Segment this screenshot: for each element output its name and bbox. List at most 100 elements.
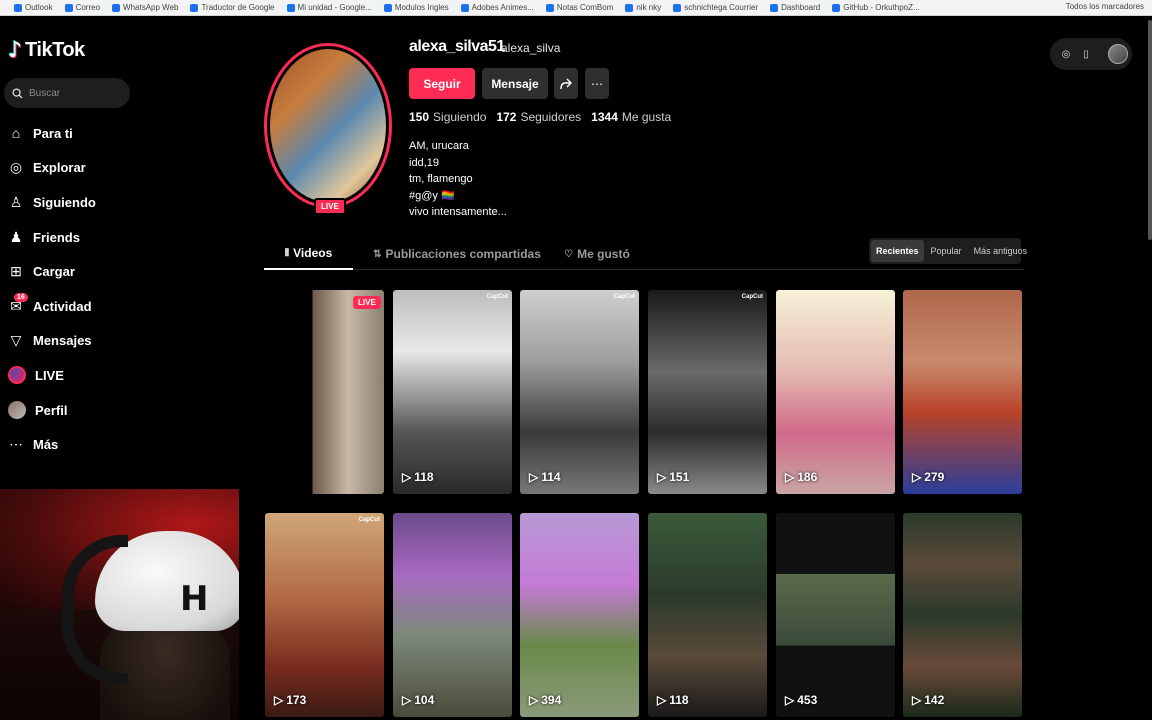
sidebar-item-live[interactable]: LIVE: [0, 358, 240, 393]
view-count-value: 118: [414, 470, 434, 484]
view-count: ▷ 142: [912, 693, 944, 707]
bookmark-item[interactable]: schnichtega Courrier: [673, 3, 758, 12]
video-card[interactable]: CapCut ▷ 114: [520, 290, 639, 494]
home-icon: ⌂: [11, 125, 21, 142]
sidebar-item-label: Cargar: [33, 264, 75, 280]
grid-icon: ⦀: [284, 247, 290, 259]
compass-icon: ◎: [9, 159, 23, 176]
sidebar-item-mensajes[interactable]: ▽ Mensajes: [0, 324, 240, 359]
share-button[interactable]: [554, 68, 578, 99]
view-count: ▷ 118: [402, 470, 434, 484]
tiktok-logo[interactable]: ♪ TikTok: [8, 38, 85, 63]
hurley-logo-icon: H: [180, 579, 209, 619]
bookmark-label: WhatsApp Web: [123, 3, 179, 12]
stat-seguidores[interactable]: 172 Seguidores: [496, 110, 581, 124]
more-options-button[interactable]: ⋯: [585, 68, 609, 99]
sidebar-item-más[interactable]: ⋯ Más: [0, 427, 240, 462]
bookmark-favicon-icon: [64, 3, 73, 12]
webcam-overlay: H: [0, 489, 239, 720]
bio-line: idd,19: [409, 156, 439, 169]
user-avatar[interactable]: [1108, 44, 1128, 64]
tab-label: Publicaciones compartidas: [385, 247, 541, 261]
video-card[interactable]: [265, 290, 384, 494]
profile-nickname: alexa_silva: [501, 41, 561, 55]
bookmark-item[interactable]: Traductor de Google: [190, 3, 275, 12]
sidebar-item-cargar[interactable]: ⊞ Cargar: [0, 254, 240, 289]
stat-siguiendo[interactable]: 150 Siguiendo: [409, 110, 486, 124]
bookmark-item[interactable]: nik nky: [625, 3, 661, 12]
video-card[interactable]: CapCut ▷ 151: [648, 290, 767, 494]
view-count-value: 394: [541, 693, 562, 707]
bookmark-item[interactable]: GitHub - OrkuthpoZ...: [832, 3, 920, 12]
tab-me-gustó[interactable]: ♡ Me gustó: [562, 238, 632, 270]
bookmark-favicon-icon: [460, 3, 469, 12]
view-count-value: 453: [797, 693, 818, 707]
view-count-value: 186: [797, 470, 818, 484]
message-button[interactable]: Mensaje: [482, 68, 548, 99]
sidebar-item-siguiendo[interactable]: ♙ Siguiendo: [0, 185, 240, 220]
video-card[interactable]: ▷ 118: [648, 513, 767, 717]
sidebar-item-label: LIVE: [35, 367, 64, 383]
stat-label: Me gusta: [621, 110, 672, 124]
sort-option[interactable]: Más antiguos: [969, 240, 1033, 262]
sidebar-item-explorar[interactable]: ◎ Explorar: [0, 151, 240, 186]
sidebar-item-para-ti[interactable]: ⌂ Para ti: [0, 116, 240, 151]
bookmark-item[interactable]: WhatsApp Web: [112, 3, 178, 12]
sidebar-item-actividad[interactable]: ✉ Actividad 16: [0, 289, 240, 324]
live-badge[interactable]: LIVE: [314, 198, 346, 215]
tab-publicaciones-compartidas[interactable]: ⇅ Publicaciones compartidas: [372, 238, 542, 270]
more-icon: ⋯: [9, 436, 23, 453]
video-card[interactable]: ▷ 186: [776, 290, 895, 494]
sort-option[interactable]: Recientes: [871, 240, 924, 262]
bookmark-label: Modulos Ingles: [394, 3, 449, 12]
sidebar-nav: ⌂ Para ti ◎ Explorar ♙ Siguiendo ♟ Friends ⊞ Carg…: [0, 116, 240, 462]
bookmark-item[interactable]: Notas ComBom: [545, 3, 613, 12]
profile-username: alexa_silva51: [409, 38, 505, 55]
sort-option[interactable]: Popular: [926, 240, 967, 262]
stat-value: 172: [496, 110, 517, 124]
coins-icon[interactable]: ◎: [1060, 48, 1072, 60]
stat-me-gusta[interactable]: 1344 Me gusta: [591, 110, 671, 124]
search-input[interactable]: [29, 87, 119, 99]
bookmark-item[interactable]: Mi unidad - Google...: [286, 3, 372, 12]
bookmark-item[interactable]: Dashboard: [770, 3, 820, 12]
bookmark-item[interactable]: Modulos Ingles: [383, 3, 449, 12]
bio-line: tm, flamengo: [409, 173, 473, 185]
bookmark-item[interactable]: Outlook: [14, 3, 53, 12]
video-card[interactable]: ▷ 453: [776, 513, 895, 717]
capcut-watermark: CapCut: [613, 294, 635, 300]
video-card[interactable]: ▷ 104: [393, 513, 512, 717]
bookmark-favicon-icon: [14, 3, 22, 12]
all-bookmarks-link[interactable]: Todos los marcadores: [1066, 2, 1144, 11]
live-avatar-icon: [8, 366, 26, 385]
bookmark-item[interactable]: Adobes Animes...: [460, 3, 534, 12]
sidebar-item-friends[interactable]: ♟ Friends: [0, 220, 240, 255]
video-card[interactable]: ▷ 279: [903, 290, 1022, 494]
play-icon: ▷: [785, 470, 795, 484]
view-count: ▷ 114: [529, 470, 561, 484]
friends-icon: ♟: [9, 228, 23, 245]
stat-label: Siguiendo: [433, 110, 487, 124]
video-card[interactable]: CapCut ▷ 118: [393, 290, 512, 494]
view-count: ▷ 186: [785, 470, 817, 484]
sidebar-item-label: Siguiendo: [33, 194, 96, 210]
notification-badge: 16: [14, 292, 28, 302]
bookmark-favicon-icon: [190, 3, 199, 12]
sidebar-item-perfil[interactable]: Perfil: [0, 393, 240, 428]
scrollbar[interactable]: [1148, 20, 1152, 240]
bookmark-item[interactable]: Correo: [64, 3, 100, 12]
bookmark-label: nik nky: [636, 3, 662, 12]
video-card[interactable]: ▷ 394: [520, 513, 639, 717]
upload-icon: ⊞: [10, 263, 22, 280]
device-icon[interactable]: ▯: [1080, 48, 1092, 60]
bookmark-favicon-icon: [625, 3, 634, 12]
video-card[interactable]: ▷ 142: [903, 513, 1022, 717]
profile-avatar[interactable]: [264, 43, 392, 208]
view-count-value: 104: [414, 693, 435, 707]
video-card[interactable]: CapCut ▷ 173: [265, 513, 384, 717]
view-count: ▷ 118: [657, 693, 689, 707]
view-count-value: 114: [541, 470, 561, 484]
tab-videos[interactable]: ⦀ Videos: [264, 238, 353, 270]
follow-button[interactable]: Seguir: [409, 68, 475, 99]
search-box[interactable]: [4, 78, 130, 108]
